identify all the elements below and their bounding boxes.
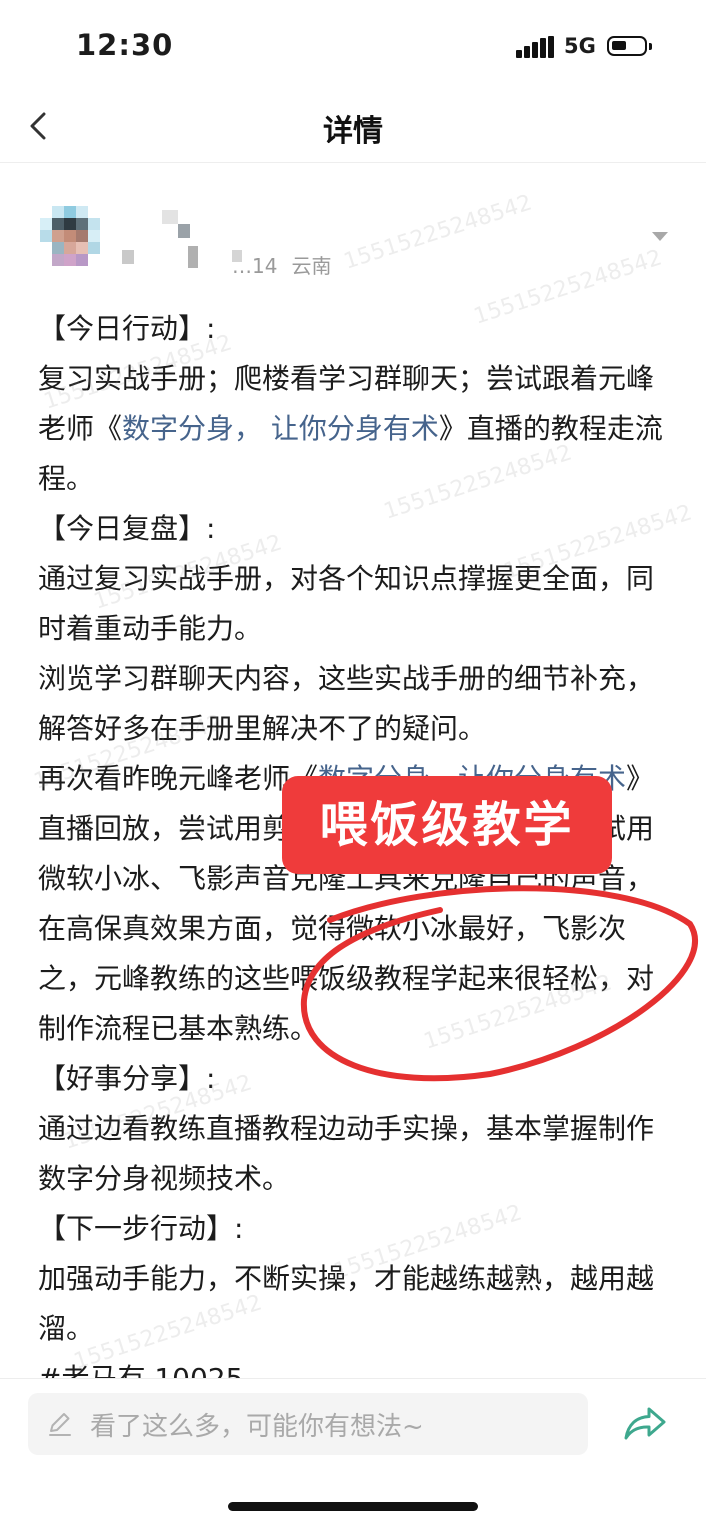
post-paragraph: 复习实战手册；爬楼看学习群聊天；尝试跟着元峰老师《数字分身， 让你分身有术》直播…	[38, 362, 663, 495]
avatar[interactable]	[40, 206, 112, 278]
section-heading: 【今日行动】:	[38, 312, 216, 345]
status-bar: 12:30 5G	[0, 0, 706, 92]
caret-down-icon[interactable]	[652, 232, 668, 241]
section-heading: 【好事分享】:	[38, 1062, 216, 1095]
section-heading: 【今日复盘】:	[38, 512, 216, 545]
post-paragraph: 通过复习实战手册，对各个知识点撑握更全面，同时着重动手能力。	[38, 562, 655, 645]
home-indicator[interactable]	[228, 1502, 478, 1511]
course-link[interactable]: 数字分身， 让你分身有术	[122, 412, 439, 445]
post-paragraph: 通过边看教练直播教程边动手实操，基本掌握制作数字分身视频技术。	[38, 1112, 655, 1195]
hashtag-partial[interactable]: #老马有 10025	[38, 1354, 668, 1380]
battery-icon	[607, 36, 652, 56]
nav-bar: 详情	[0, 92, 706, 163]
share-icon[interactable]	[622, 1403, 668, 1443]
author-name-pixelated[interactable]	[122, 210, 242, 268]
post-paragraph: 浏览学习群聊天内容，这些实战手册的细节补充，解答好多在手册里解决不了的疑问。	[38, 662, 655, 745]
post-paragraph: 加强动手能力，不断实操，才能越练越熟，越用越溜。	[38, 1262, 655, 1345]
network-type: 5G	[564, 34, 596, 58]
highlight-banner: 喂饭级教学	[282, 776, 612, 874]
post-location: 云南	[291, 254, 332, 278]
signal-icon	[516, 36, 556, 58]
section-heading: 【下一步行动】:	[38, 1212, 244, 1245]
comment-placeholder: 看了这么多，可能你有想法~	[90, 1412, 424, 1442]
post-meta: …14 云南	[232, 250, 331, 279]
author-row: …14 云南	[0, 180, 706, 280]
status-time: 12:30	[76, 28, 174, 62]
comment-input[interactable]: 看了这么多，可能你有想法~	[28, 1393, 588, 1455]
post-time-blurred: …14	[232, 254, 278, 278]
page-title: 详情	[323, 114, 383, 149]
pencil-icon	[49, 1413, 71, 1436]
